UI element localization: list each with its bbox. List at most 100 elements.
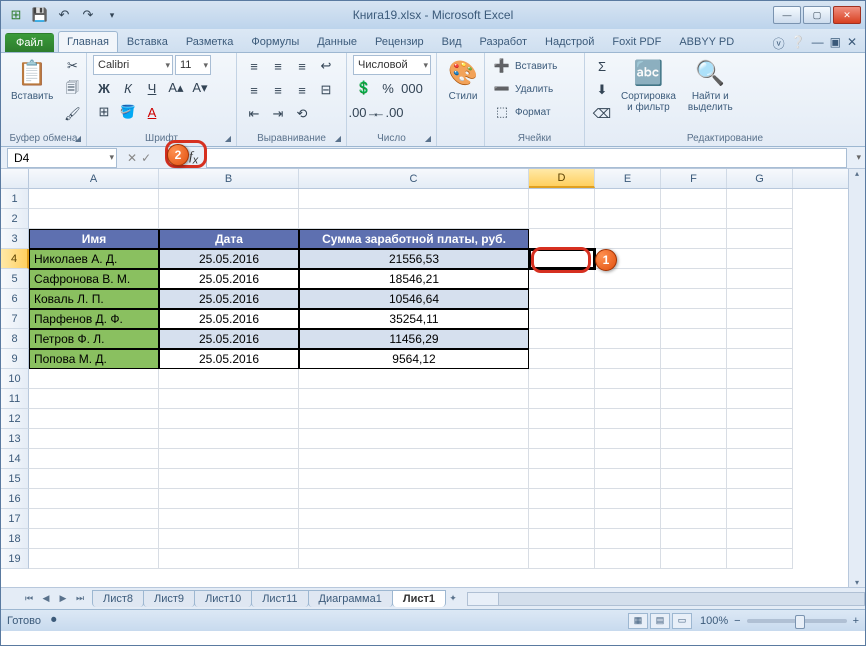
- formula-input[interactable]: [206, 148, 847, 168]
- cell-C16[interactable]: [299, 489, 529, 509]
- cell-G16[interactable]: [727, 489, 793, 509]
- styles-button[interactable]: 🎨 Стили: [443, 55, 483, 104]
- cell-A1[interactable]: [29, 189, 159, 209]
- decrease-font-icon[interactable]: A▾: [189, 77, 211, 99]
- tab-formulas[interactable]: Формулы: [242, 31, 308, 52]
- col-header-B[interactable]: B: [159, 169, 299, 188]
- vertical-scrollbar[interactable]: [848, 169, 865, 587]
- undo-icon[interactable]: ↶: [53, 5, 75, 25]
- sheet-first-icon[interactable]: ⏮: [21, 591, 37, 607]
- cell-A19[interactable]: [29, 549, 159, 569]
- cell-C13[interactable]: [299, 429, 529, 449]
- row-header-9[interactable]: 9: [1, 349, 29, 369]
- horizontal-scrollbar[interactable]: [467, 592, 865, 606]
- cell-A13[interactable]: [29, 429, 159, 449]
- delete-cells-label[interactable]: Удалить: [515, 84, 553, 95]
- sheet-prev-icon[interactable]: ◀: [38, 591, 54, 607]
- cell-D15[interactable]: [529, 469, 595, 489]
- row-header-1[interactable]: 1: [1, 189, 29, 209]
- cell-G13[interactable]: [727, 429, 793, 449]
- row-header-14[interactable]: 14: [1, 449, 29, 469]
- tab-developer[interactable]: Разработ: [471, 31, 536, 52]
- cell-D17[interactable]: [529, 509, 595, 529]
- cell-B8[interactable]: 25.05.2016: [159, 329, 299, 349]
- insert-cells-label[interactable]: Вставить: [515, 61, 557, 72]
- cell-C6[interactable]: 10546,64: [299, 289, 529, 309]
- normal-view-icon[interactable]: ▦: [628, 613, 648, 629]
- cell-F18[interactable]: [661, 529, 727, 549]
- cell-B17[interactable]: [159, 509, 299, 529]
- cell-E17[interactable]: [595, 509, 661, 529]
- cell-G4[interactable]: [727, 249, 793, 269]
- zoom-level[interactable]: 100%: [700, 615, 728, 627]
- row-header-2[interactable]: 2: [1, 209, 29, 229]
- cell-E3[interactable]: [595, 229, 661, 249]
- cell-G17[interactable]: [727, 509, 793, 529]
- cell-C14[interactable]: [299, 449, 529, 469]
- cell-C1[interactable]: [299, 189, 529, 209]
- cell-E2[interactable]: [595, 209, 661, 229]
- decrease-decimal-icon[interactable]: ←.00: [377, 101, 399, 123]
- cell-B13[interactable]: [159, 429, 299, 449]
- sheet-last-icon[interactable]: ⏭: [72, 591, 88, 607]
- cell-A10[interactable]: [29, 369, 159, 389]
- sheet-tab-Лист9[interactable]: Лист9: [143, 590, 195, 607]
- cell-B4[interactable]: 25.05.2016: [159, 249, 299, 269]
- cell-E12[interactable]: [595, 409, 661, 429]
- cell-G8[interactable]: [727, 329, 793, 349]
- clipboard-dialog-launcher[interactable]: ◢: [72, 132, 84, 144]
- cell-B14[interactable]: [159, 449, 299, 469]
- macro-record-icon[interactable]: ⏺: [51, 614, 57, 627]
- cell-G11[interactable]: [727, 389, 793, 409]
- cell-C4[interactable]: 21556,53: [299, 249, 529, 269]
- tab-review[interactable]: Рецензир: [366, 31, 433, 52]
- cell-A7[interactable]: Парфенов Д. Ф.: [29, 309, 159, 329]
- cell-B9[interactable]: 25.05.2016: [159, 349, 299, 369]
- cell-A6[interactable]: Коваль Л. П.: [29, 289, 159, 309]
- cell-C7[interactable]: 35254,11: [299, 309, 529, 329]
- cell-E14[interactable]: [595, 449, 661, 469]
- row-header-15[interactable]: 15: [1, 469, 29, 489]
- minimize-button[interactable]: —: [773, 6, 801, 24]
- row-header-10[interactable]: 10: [1, 369, 29, 389]
- row-header-7[interactable]: 7: [1, 309, 29, 329]
- cell-E7[interactable]: [595, 309, 661, 329]
- cell-C8[interactable]: 11456,29: [299, 329, 529, 349]
- col-header-E[interactable]: E: [595, 169, 661, 188]
- cell-D7[interactable]: [529, 309, 595, 329]
- cell-G6[interactable]: [727, 289, 793, 309]
- cell-F12[interactable]: [661, 409, 727, 429]
- cell-D16[interactable]: [529, 489, 595, 509]
- cell-B18[interactable]: [159, 529, 299, 549]
- delete-cells-icon[interactable]: ➖: [491, 78, 513, 100]
- cell-G2[interactable]: [727, 209, 793, 229]
- cell-G5[interactable]: [727, 269, 793, 289]
- sheet-tab-Лист1[interactable]: Лист1: [392, 590, 446, 607]
- cell-F1[interactable]: [661, 189, 727, 209]
- zoom-in-icon[interactable]: +: [853, 615, 859, 627]
- align-right-icon[interactable]: ≡: [291, 79, 313, 101]
- cell-C17[interactable]: [299, 509, 529, 529]
- cell-B12[interactable]: [159, 409, 299, 429]
- fill-icon[interactable]: ⬇: [591, 79, 613, 101]
- cell-D19[interactable]: [529, 549, 595, 569]
- row-header-8[interactable]: 8: [1, 329, 29, 349]
- cell-E15[interactable]: [595, 469, 661, 489]
- row-header-18[interactable]: 18: [1, 529, 29, 549]
- cell-A2[interactable]: [29, 209, 159, 229]
- currency-icon[interactable]: 💲: [353, 77, 375, 99]
- format-cells-label[interactable]: Формат: [515, 107, 551, 118]
- cell-A4[interactable]: Николаев А. Д.: [29, 249, 159, 269]
- cell-B7[interactable]: 25.05.2016: [159, 309, 299, 329]
- cell-C10[interactable]: [299, 369, 529, 389]
- cell-D5[interactable]: [529, 269, 595, 289]
- sheet-tab-Лист8[interactable]: Лист8: [92, 590, 144, 607]
- col-header-D[interactable]: D: [529, 169, 595, 188]
- row-header-12[interactable]: 12: [1, 409, 29, 429]
- cell-D11[interactable]: [529, 389, 595, 409]
- cell-A16[interactable]: [29, 489, 159, 509]
- tab-addins[interactable]: Надстрой: [536, 31, 603, 52]
- cell-B19[interactable]: [159, 549, 299, 569]
- format-painter-icon[interactable]: 🖌: [61, 103, 83, 125]
- cell-C9[interactable]: 9564,12: [299, 349, 529, 369]
